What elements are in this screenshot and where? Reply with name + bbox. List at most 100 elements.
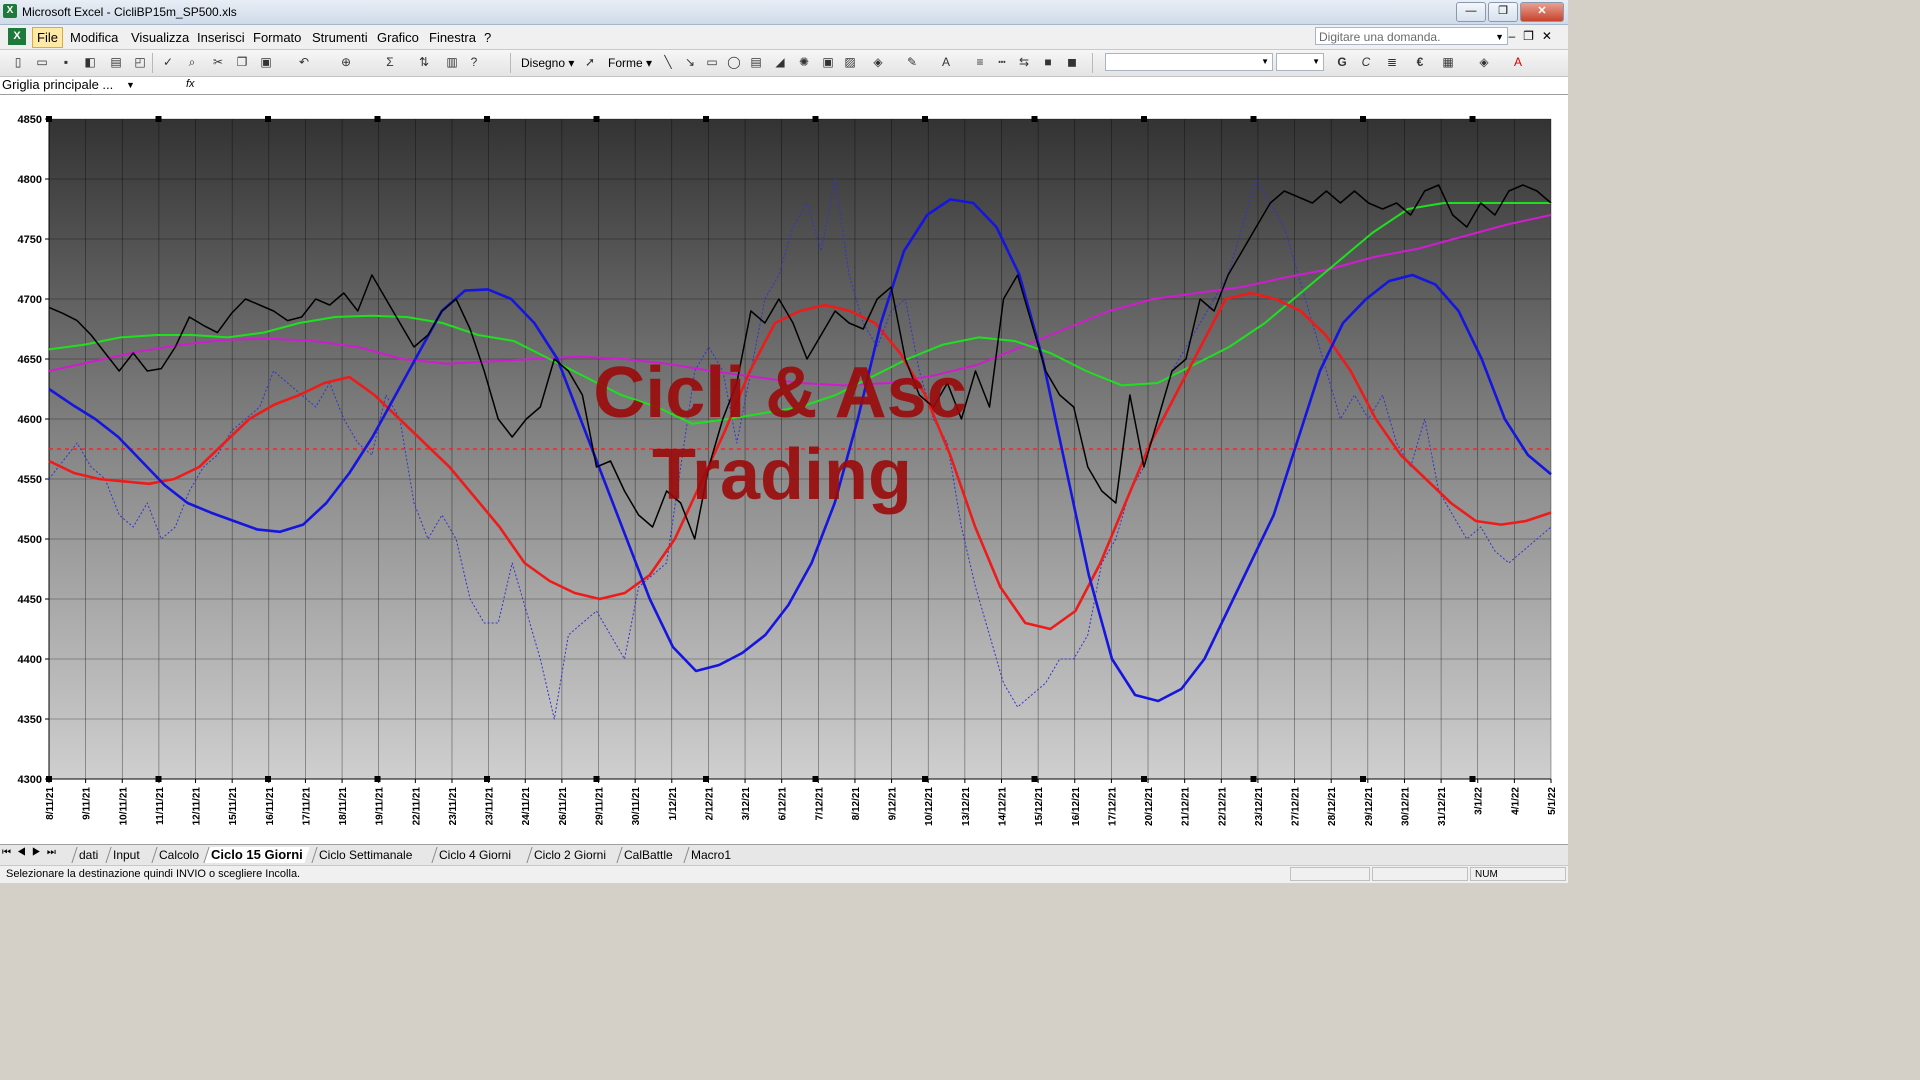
x-tick-label: 23/11/21: [448, 787, 459, 826]
selection-handle: [1031, 116, 1038, 122]
line-style-icon[interactable]: ≡: [972, 54, 988, 70]
document-window-controls[interactable]: –❐✕: [1509, 29, 1561, 43]
name-box[interactable]: Griglia principale ... ▼: [0, 77, 140, 94]
x-axis: 8/11/21 9/11/21 10/11/21 11/11/21 12/11/21 15…: [45, 778, 1558, 826]
undo-icon[interactable]: ↶: [296, 54, 312, 70]
oval-icon[interactable]: ◯: [726, 54, 742, 70]
arrow-style-icon[interactable]: ⇆: [1016, 54, 1032, 70]
textbox-icon[interactable]: ▤: [748, 54, 764, 70]
line-color-icon[interactable]: ✎: [904, 54, 920, 70]
help-icon[interactable]: ?: [466, 54, 482, 70]
shadow-icon[interactable]: ■: [1040, 54, 1056, 70]
dash-style-icon[interactable]: ┅: [994, 54, 1010, 70]
font-size-select[interactable]: ▼: [1276, 53, 1324, 71]
tab-calbattle[interactable]: CalBattle: [616, 847, 680, 863]
function-icon[interactable]: fx: [186, 78, 195, 90]
font-color-icon[interactable]: A: [1510, 54, 1526, 70]
tab-calcolo[interactable]: Calcolo: [151, 847, 206, 863]
chevron-down-icon[interactable]: ▼: [1312, 57, 1320, 66]
y-tick-label: 4850: [18, 114, 42, 126]
minimize-button[interactable]: —: [1456, 2, 1486, 22]
x-tick-label: 30/12/21: [1400, 787, 1411, 826]
save-icon[interactable]: ▪: [58, 54, 74, 70]
shapes-menu-button[interactable]: Forme ▾: [608, 56, 652, 70]
menu-strumenti[interactable]: Strumenti: [308, 28, 372, 47]
font-name-select[interactable]: ▼: [1105, 53, 1273, 71]
copy-icon[interactable]: ❐: [234, 54, 250, 70]
borders-icon[interactable]: ▦: [1440, 54, 1456, 70]
cycle-chart[interactable]: 4300 4350 4400 4450 4500 4550 4600 4650 4700 4750…: [0, 95, 1568, 844]
tab-ciclo-15-giorni[interactable]: Ciclo 15 Giorni: [203, 847, 310, 863]
restore-button[interactable]: ❐: [1488, 2, 1518, 22]
new-file-icon[interactable]: ▯: [10, 54, 26, 70]
print-icon[interactable]: ▤: [108, 54, 124, 70]
x-tick-label: 10/11/21: [118, 787, 129, 826]
window-controls: — ❐ ✕: [1456, 2, 1564, 22]
font-color-icon[interactable]: A: [938, 54, 954, 70]
menu-finestra[interactable]: Finestra: [425, 28, 480, 47]
tab-macro1[interactable]: Macro1: [683, 847, 738, 863]
chevron-down-icon[interactable]: ▼: [1261, 57, 1269, 66]
menu-grafico[interactable]: Grafico: [373, 28, 423, 47]
selection-handle: [484, 776, 490, 782]
permission-icon[interactable]: ◧: [82, 54, 98, 70]
chevron-down-icon[interactable]: ▼: [1495, 28, 1504, 46]
hyperlink-icon[interactable]: ⊕: [338, 54, 354, 70]
spelling-icon[interactable]: ✓: [160, 54, 176, 70]
rectangle-icon[interactable]: ▭: [704, 54, 720, 70]
menu-formato[interactable]: Formato: [249, 28, 305, 47]
chart-wizard-icon[interactable]: ▥: [444, 54, 460, 70]
x-tick-label: 19/11/21: [375, 787, 386, 826]
chart-area[interactable]: 4300 4350 4400 4450 4500 4550 4600 4650 4700 4750…: [0, 95, 1568, 844]
diagram-icon[interactable]: ✺: [796, 54, 812, 70]
tab-ciclo-4-giorni[interactable]: Ciclo 4 Giorni: [431, 847, 518, 863]
print-preview-icon[interactable]: ◰: [132, 54, 148, 70]
line-icon[interactable]: ╲: [660, 54, 676, 70]
menu-help[interactable]: ?: [480, 28, 495, 47]
help-search-input[interactable]: Digitare una domanda. ▼: [1315, 27, 1508, 45]
tab-ciclo-settimanale[interactable]: Ciclo Settimanale: [311, 847, 419, 863]
italic-icon[interactable]: C: [1358, 54, 1374, 70]
tab-input[interactable]: Input: [105, 847, 147, 863]
x-tick-label: 20/12/21: [1144, 787, 1155, 826]
selection-handle: [593, 116, 600, 122]
cut-icon[interactable]: ✂: [210, 54, 226, 70]
fill-color-icon[interactable]: ◈: [1476, 54, 1492, 70]
wordart-icon[interactable]: ◢: [772, 54, 788, 70]
sort-icon[interactable]: ⇅: [416, 54, 432, 70]
select-pointer-icon[interactable]: ➚: [582, 54, 598, 70]
status-cell: [1372, 867, 1468, 881]
paste-icon[interactable]: ▣: [258, 54, 274, 70]
menu-inserisci[interactable]: Inserisci: [193, 28, 249, 47]
selection-handle: [922, 776, 928, 782]
draw-menu-button[interactable]: Disegno ▾: [521, 56, 574, 70]
x-tick-label: 11/11/21: [155, 787, 166, 825]
3d-icon[interactable]: ◼: [1064, 54, 1080, 70]
selection-handle: [812, 116, 819, 122]
clipart-icon[interactable]: ▣: [820, 54, 836, 70]
arrow-icon[interactable]: ↘: [682, 54, 698, 70]
toolbar-separator: [152, 53, 153, 73]
autosum-icon[interactable]: Σ: [382, 54, 398, 70]
menu-file[interactable]: File: [32, 27, 63, 48]
chevron-down-icon[interactable]: ▼: [126, 77, 135, 93]
bold-icon[interactable]: G: [1334, 54, 1350, 70]
close-button[interactable]: ✕: [1520, 2, 1564, 22]
open-folder-icon[interactable]: ▭: [34, 54, 50, 70]
research-icon[interactable]: ⌕: [184, 54, 200, 70]
fill-color-icon[interactable]: ◈: [870, 54, 886, 70]
x-tick-label: 27/12/21: [1291, 787, 1302, 826]
tab-navigation-icon[interactable]: ⏮◀▶⏭: [2, 847, 62, 858]
euro-icon[interactable]: €: [1412, 54, 1428, 70]
tab-ciclo-2-giorni[interactable]: Ciclo 2 Giorni: [526, 847, 613, 863]
selection-handle: [1469, 116, 1476, 122]
selection-handle: [1141, 116, 1147, 122]
chart-window-icon[interactable]: X: [8, 28, 26, 45]
menu-modifica[interactable]: Modifica: [66, 28, 122, 47]
toolbar-separator: [510, 53, 511, 73]
picture-icon[interactable]: ▨: [842, 54, 858, 70]
tab-dati[interactable]: dati: [71, 847, 105, 863]
menu-visualizza[interactable]: Visualizza: [127, 28, 193, 47]
x-tick-label: 8/12/21: [851, 787, 862, 821]
align-icon[interactable]: ≣: [1384, 54, 1400, 70]
